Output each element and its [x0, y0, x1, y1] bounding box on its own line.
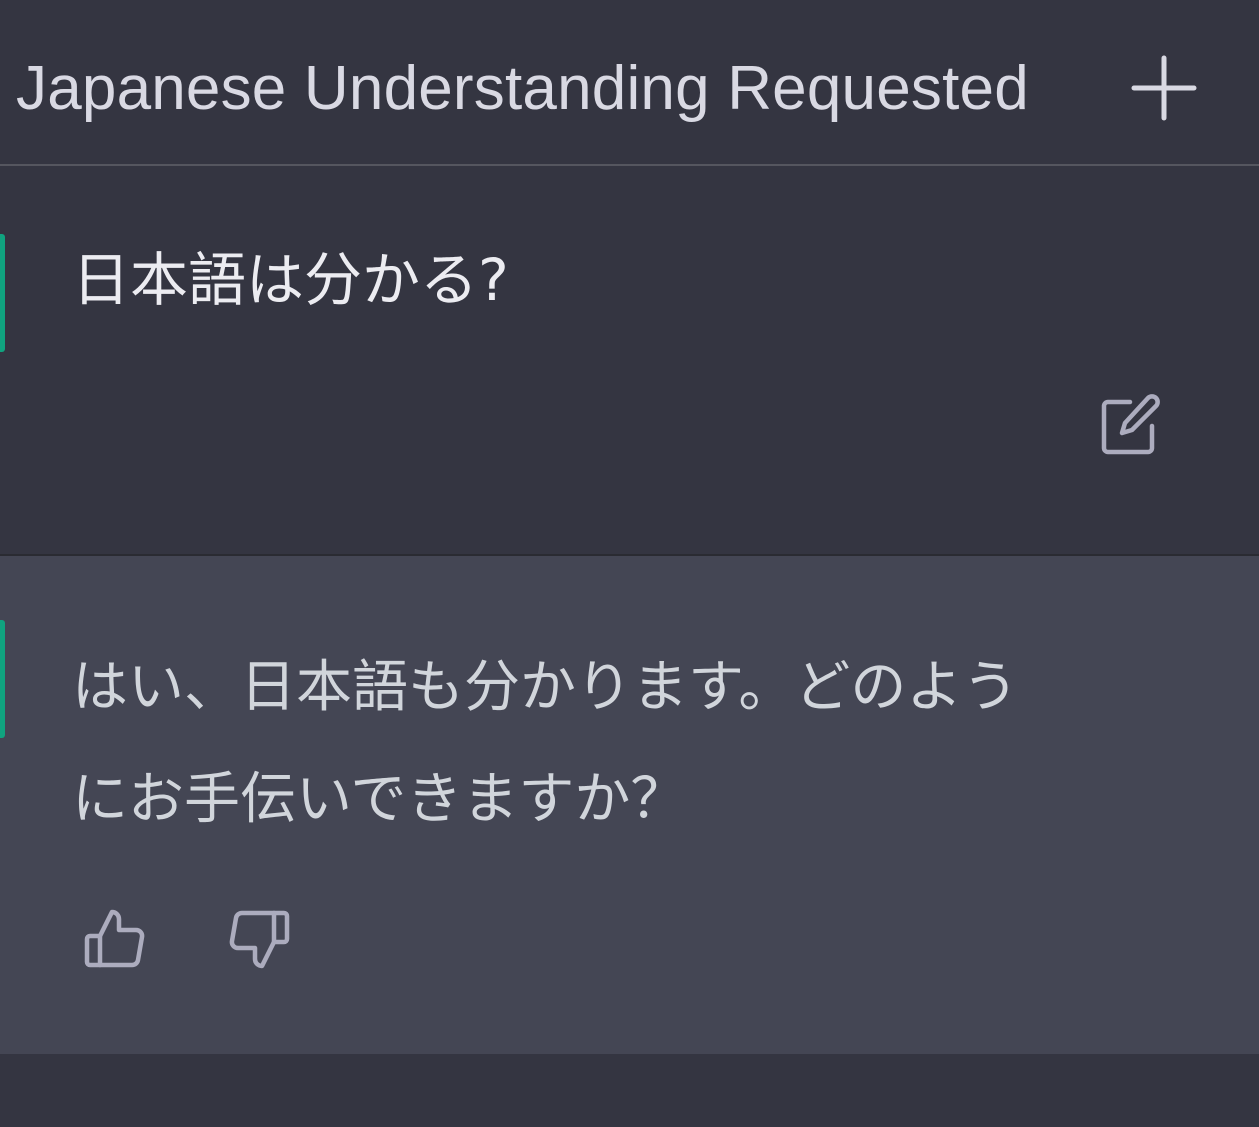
assistant-message-line: にお手伝いできますか？: [72, 767, 687, 832]
new-chat-button[interactable]: [1126, 50, 1202, 126]
assistant-message: はい、日本語も分かります。どのよう にお手伝いできますか？: [0, 556, 1259, 1054]
plus-icon: [1131, 55, 1197, 121]
user-message: 日本語は分かる?: [0, 168, 1259, 554]
assistant-message-line: はい、日本語も分かります。どのよう: [72, 655, 1019, 720]
edit-icon: [1101, 394, 1160, 455]
thumbs-up-icon: [84, 909, 145, 968]
edit-message-button[interactable]: [1096, 394, 1164, 458]
thumbs-up-button[interactable]: [82, 906, 148, 972]
user-message-text: 日本語は分かる?: [72, 246, 509, 314]
user-message-indicator: [0, 234, 5, 352]
assistant-message-indicator: [0, 620, 5, 738]
chat-header: Japanese Understanding Requested: [0, 0, 1259, 166]
bottom-spacer: [0, 1054, 1259, 1127]
thumbs-down-icon: [229, 910, 290, 969]
assistant-message-text: はい、日本語も分かります。どのよう にお手伝いできますか？: [72, 632, 1018, 856]
conversation-title: Japanese Understanding Requested: [16, 54, 1029, 123]
thumbs-down-button[interactable]: [226, 906, 292, 972]
